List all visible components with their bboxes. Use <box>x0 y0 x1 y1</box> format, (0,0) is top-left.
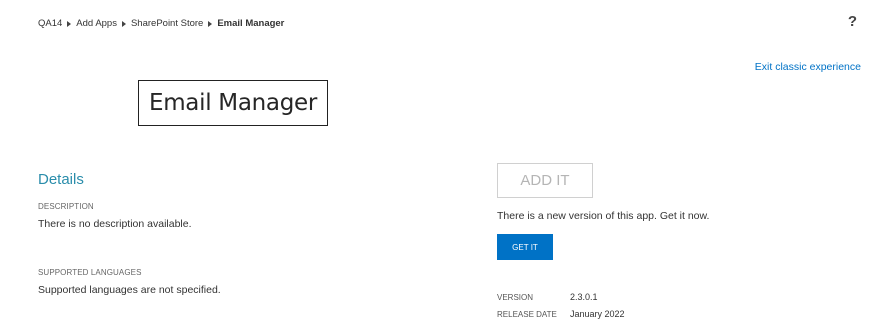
breadcrumb-item-store[interactable]: SharePoint Store <box>131 18 203 29</box>
app-title: Email Manager <box>148 90 318 116</box>
app-title-logo: Email Manager <box>138 80 328 126</box>
exit-classic-link[interactable]: Exit classic experience <box>755 61 861 73</box>
breadcrumb-separator-icon <box>67 20 72 27</box>
release-date-value: January 2022 <box>570 309 625 319</box>
languages-value: Supported languages are not specified. <box>38 284 221 296</box>
breadcrumb-item-site[interactable]: QA14 <box>38 18 62 29</box>
description-value: There is no description available. <box>38 218 192 230</box>
details-heading: Details <box>38 171 84 188</box>
help-icon[interactable]: ? <box>848 13 857 30</box>
breadcrumb-item-add-apps[interactable]: Add Apps <box>76 18 117 29</box>
new-version-message: There is a new version of this app. Get … <box>497 210 710 222</box>
breadcrumb-current: Email Manager <box>217 18 285 29</box>
version-label: VERSION <box>497 293 534 302</box>
languages-label: SUPPORTED LANGUAGES <box>38 268 142 277</box>
get-it-button[interactable]: GET IT <box>497 234 553 260</box>
breadcrumb-separator-icon <box>208 20 213 27</box>
app-details-page: QA14 Add Apps SharePoint Store Email Man… <box>0 0 873 323</box>
description-label: DESCRIPTION <box>38 202 94 211</box>
release-date-label: RELEASE DATE <box>497 310 557 319</box>
breadcrumb-separator-icon <box>121 20 126 27</box>
add-it-button[interactable]: ADD IT <box>497 163 593 198</box>
version-value: 2.3.0.1 <box>570 292 598 302</box>
breadcrumb: QA14 Add Apps SharePoint Store Email Man… <box>38 18 284 29</box>
